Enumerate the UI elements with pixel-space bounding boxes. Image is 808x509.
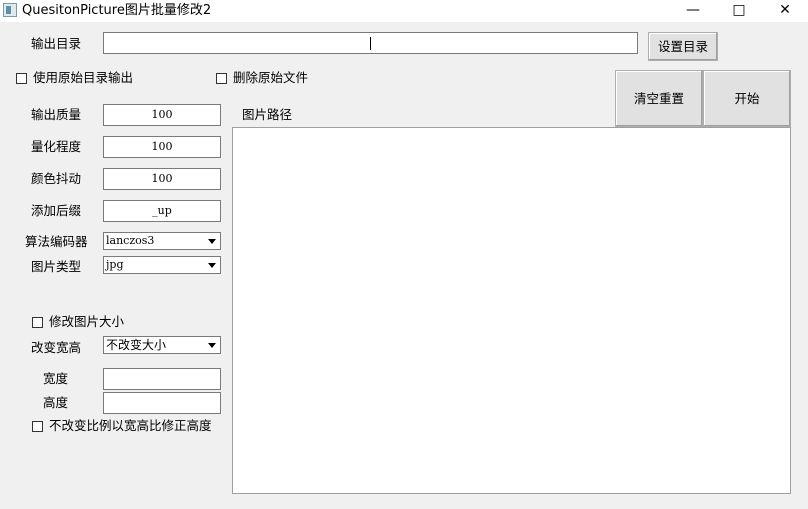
codec-value: lanczos3 [106,234,155,247]
image-list-label: 图片路径 [242,107,293,122]
width-input[interactable] [103,368,221,390]
quantize-label: 量化程度 [31,139,82,154]
set-dir-button[interactable]: 设置目录 [648,32,718,61]
codec-label: 算法编码器 [25,234,88,249]
resize-mode-select[interactable]: 不改变大小 [103,336,221,354]
close-icon[interactable]: ✕ [762,0,808,22]
resize-enable-checkbox[interactable] [32,317,43,328]
dither-input[interactable]: 100 [103,168,221,190]
keep-ratio-checkbox[interactable] [32,421,43,432]
height-input[interactable] [103,392,221,414]
title-bar: QuesitonPicture图片批量修改2 — □ ✕ [0,0,808,22]
quantize-input[interactable]: 100 [103,136,221,158]
chevron-down-icon[interactable] [205,258,219,272]
text-cursor [370,37,371,50]
minimize-icon[interactable]: — [670,0,716,22]
output-dir-input[interactable] [103,32,638,54]
chevron-down-icon[interactable] [205,234,219,248]
chevron-down-icon[interactable] [205,338,219,352]
width-label: 宽度 [43,371,69,386]
image-path-list[interactable] [232,127,791,494]
image-type-select[interactable]: jpg [103,256,221,274]
window-title: QuesitonPicture图片批量修改2 [22,3,212,18]
resize-mode-label: 改变宽高 [31,340,82,355]
output-dir-label: 输出目录 [31,36,82,51]
app-icon [3,3,17,17]
reset-button[interactable]: 清空重置 [615,70,703,127]
image-type-label: 图片类型 [31,259,82,274]
delete-original-checkbox[interactable] [216,73,227,84]
use-original-dir-checkbox[interactable] [16,73,27,84]
maximize-icon[interactable]: □ [716,0,762,22]
start-button[interactable]: 开始 [703,70,791,127]
dither-label: 颜色抖动 [31,171,82,186]
suffix-input[interactable]: _up [103,200,221,222]
resize-mode-value: 不改变大小 [106,338,167,352]
suffix-label: 添加后缀 [31,203,82,218]
quality-input[interactable]: 100 [103,104,221,126]
quality-label: 输出质量 [31,107,82,122]
resize-enable-label: 修改图片大小 [49,314,125,329]
height-label: 高度 [43,395,69,410]
delete-original-label: 删除原始文件 [233,70,309,85]
codec-select[interactable]: lanczos3 [103,232,221,250]
keep-ratio-label: 不改变比例以宽高比修正高度 [49,418,212,433]
use-original-dir-label: 使用原始目录输出 [33,70,134,85]
image-type-value: jpg [106,258,124,271]
